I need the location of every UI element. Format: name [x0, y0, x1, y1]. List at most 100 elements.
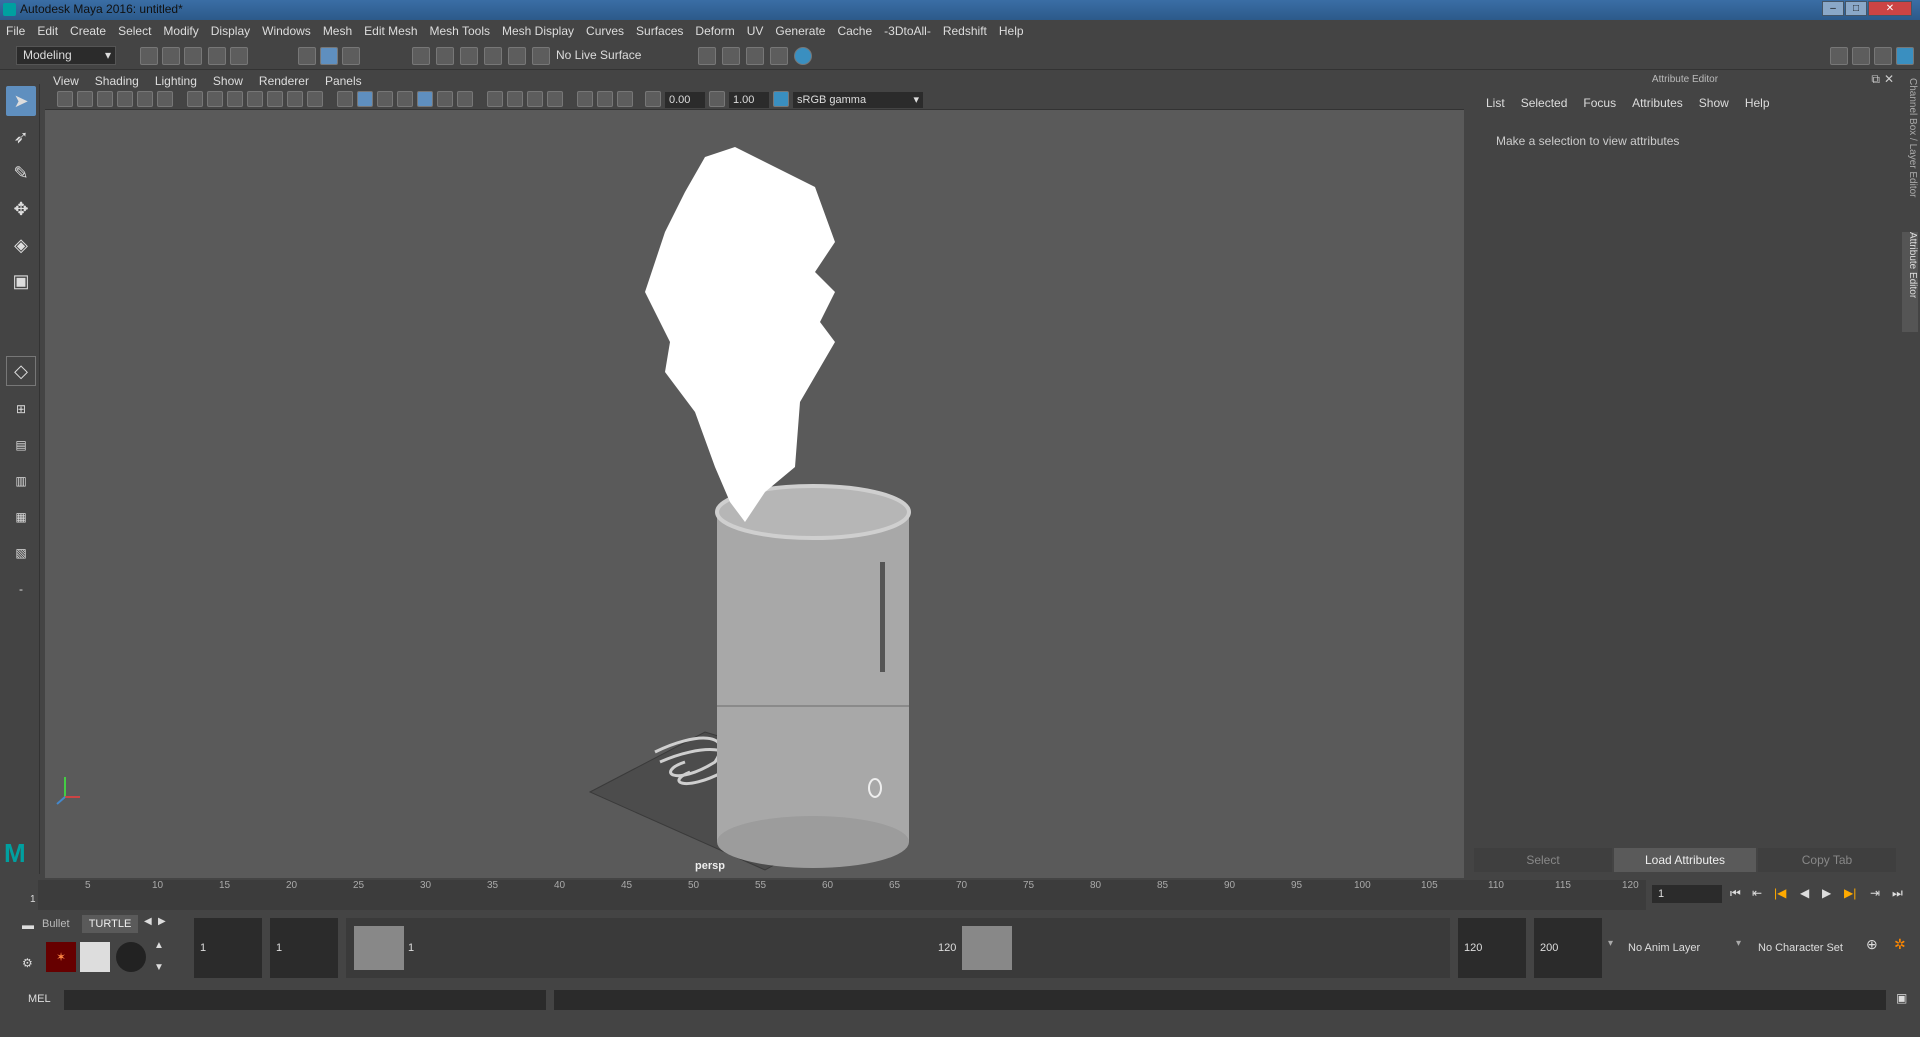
menu-display[interactable]: Display [205, 20, 256, 42]
snap-curve-icon[interactable] [436, 47, 454, 65]
menu-mesh[interactable]: Mesh [317, 20, 358, 42]
lock-camera-icon[interactable] [77, 91, 93, 107]
ae-menu-attributes[interactable]: Attributes [1624, 96, 1691, 110]
wireframe-icon[interactable] [337, 91, 353, 107]
xray-components-icon[interactable] [617, 91, 633, 107]
collapse-layouts-icon[interactable]: - [6, 574, 36, 604]
anim-layer-dropdown[interactable]: No Anim Layer [1624, 918, 1724, 978]
menu-deform[interactable]: Deform [689, 20, 740, 42]
mel-label[interactable]: MEL [28, 993, 51, 1005]
render-view-icon[interactable] [698, 47, 716, 65]
xray-joints-icon[interactable] [597, 91, 613, 107]
time-slider[interactable]: 1 5 10 15 20 25 30 35 40 45 50 55 60 65 … [0, 878, 1920, 912]
make-live-icon[interactable] [532, 47, 550, 65]
toggle-tool-settings-icon[interactable] [1874, 47, 1892, 65]
range-slider[interactable]: 1 120 [346, 918, 1450, 978]
turtle-baking-icon[interactable] [80, 942, 110, 972]
turtle-render-icon[interactable]: ✶ [46, 942, 76, 972]
vmenu-view[interactable]: View [45, 72, 87, 90]
ae-load-attributes-button[interactable]: Load Attributes [1614, 848, 1756, 872]
channel-box-tab[interactable]: Channel Box / Layer Editor [1902, 78, 1918, 228]
vmenu-lighting[interactable]: Lighting [147, 72, 205, 90]
float-panel-icon[interactable]: ⧉ [1871, 72, 1880, 87]
ae-menu-help[interactable]: Help [1737, 96, 1778, 110]
isolate-select-icon[interactable] [547, 91, 563, 107]
shelf-tab-turtle[interactable]: TURTLE [82, 915, 138, 933]
ae-menu-list[interactable]: List [1478, 96, 1513, 110]
menu-generate[interactable]: Generate [769, 20, 831, 42]
shelf-tab-bullet[interactable]: Bullet [42, 918, 70, 930]
gear-icon[interactable]: ⚙ [22, 956, 33, 970]
select-by-component-icon[interactable] [342, 47, 360, 65]
toggle-modeling-toolkit-icon[interactable] [1830, 47, 1848, 65]
view-transform-dropdown[interactable]: sRGB gamma ▾ [793, 92, 923, 108]
exposure-field[interactable]: 0.00 [665, 92, 705, 108]
persp-outliner-layout-icon[interactable]: ▤ [6, 430, 36, 460]
undo-icon[interactable] [208, 47, 226, 65]
anti-aliasing-icon[interactable] [507, 91, 523, 107]
open-scene-icon[interactable] [162, 47, 180, 65]
snap-projected-icon[interactable] [484, 47, 502, 65]
smooth-shade-icon[interactable] [357, 91, 373, 107]
step-forward-frame-icon[interactable]: ▶| [1844, 886, 1856, 900]
color-management-icon[interactable] [773, 91, 789, 107]
menu-3dtoall[interactable]: -3DtoAll- [878, 20, 937, 42]
save-scene-icon[interactable] [184, 47, 202, 65]
render-current-icon[interactable] [722, 47, 740, 65]
toggle-attribute-editor-icon[interactable] [1852, 47, 1870, 65]
menu-mesh-display[interactable]: Mesh Display [496, 20, 580, 42]
animation-start-field[interactable]: 1 [194, 918, 262, 978]
resolution-gate-icon[interactable] [227, 91, 243, 107]
ae-menu-show[interactable]: Show [1691, 96, 1737, 110]
vmenu-show[interactable]: Show [205, 72, 251, 90]
tab-prev-icon[interactable]: ◀ [144, 916, 152, 927]
select-tool-icon[interactable]: ➤ [6, 86, 36, 116]
playback-end-field[interactable]: 120 [1458, 918, 1526, 978]
snap-view-plane-icon[interactable] [508, 47, 526, 65]
character-set-dropdown[interactable]: No Character Set [1752, 918, 1862, 978]
use-all-lights-icon[interactable] [417, 91, 433, 107]
minimize-button[interactable]: – [1822, 1, 1844, 16]
new-scene-icon[interactable] [140, 47, 158, 65]
menu-file[interactable]: File [0, 20, 31, 42]
lasso-tool-icon[interactable]: ➶ [6, 122, 36, 152]
select-by-object-icon[interactable] [320, 47, 338, 65]
current-frame-field[interactable]: 1 [1652, 885, 1722, 903]
menu-edit-mesh[interactable]: Edit Mesh [358, 20, 423, 42]
ae-copy-tab-button[interactable]: Copy Tab [1758, 848, 1896, 872]
range-start-handle[interactable] [354, 926, 404, 970]
close-button[interactable]: ✕ [1868, 1, 1912, 16]
menu-windows[interactable]: Windows [256, 20, 317, 42]
scroll-down-icon[interactable]: ▼ [154, 962, 164, 973]
scroll-up-icon[interactable]: ▲ [154, 940, 164, 951]
animation-prefs-icon[interactable]: ✲ [1894, 936, 1906, 953]
image-plane-icon[interactable] [117, 91, 133, 107]
depth-of-field-icon[interactable] [527, 91, 543, 107]
menu-surfaces[interactable]: Surfaces [630, 20, 689, 42]
single-perspective-layout-icon[interactable]: ◇ [6, 356, 36, 386]
2d-pan-zoom-icon[interactable] [137, 91, 153, 107]
ae-menu-selected[interactable]: Selected [1513, 96, 1576, 110]
hypershade-layout-icon[interactable]: ▧ [6, 538, 36, 568]
hypershade-icon[interactable] [794, 47, 812, 65]
menu-mesh-tools[interactable]: Mesh Tools [424, 20, 496, 42]
menu-curves[interactable]: Curves [580, 20, 630, 42]
select-by-hierarchy-icon[interactable] [298, 47, 316, 65]
shadows-icon[interactable] [437, 91, 453, 107]
range-end-handle[interactable] [962, 926, 1012, 970]
menu-modify[interactable]: Modify [157, 20, 204, 42]
motion-blur-icon[interactable] [487, 91, 503, 107]
menu-create[interactable]: Create [64, 20, 112, 42]
viewport-panel[interactable]: persp [45, 72, 1464, 878]
ae-select-button[interactable]: Select [1474, 848, 1612, 872]
time-slider-track[interactable]: 1 5 10 15 20 25 30 35 40 45 50 55 60 65 … [30, 880, 1646, 910]
attribute-editor-tab[interactable]: Attribute Editor [1902, 232, 1918, 332]
grid-toggle-icon[interactable] [187, 91, 203, 107]
bookmark-icon[interactable] [97, 91, 113, 107]
menu-select[interactable]: Select [112, 20, 157, 42]
move-tool-icon[interactable]: ✥ [6, 194, 36, 224]
ae-menu-focus[interactable]: Focus [1575, 96, 1624, 110]
animation-end-field[interactable]: 200 [1534, 918, 1602, 978]
rotate-tool-icon[interactable]: ◈ [6, 230, 36, 260]
textured-icon[interactable] [397, 91, 413, 107]
